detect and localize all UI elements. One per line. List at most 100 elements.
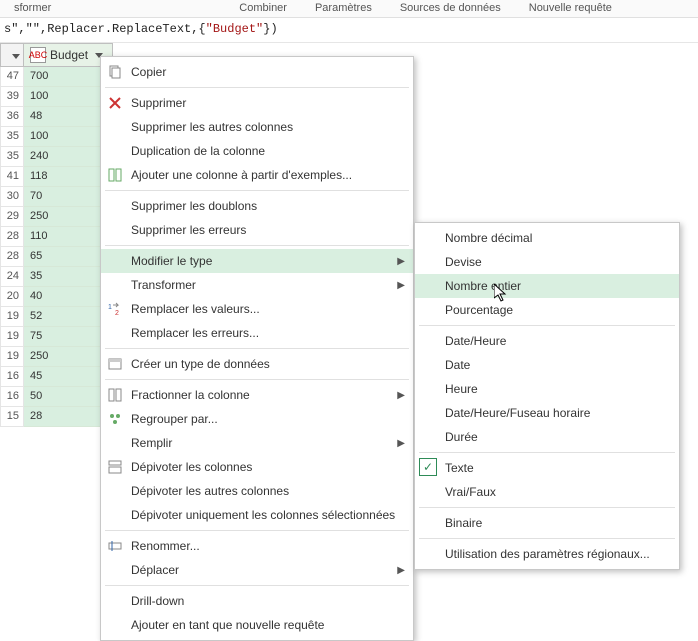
menu-add-from-examples[interactable]: Ajouter une colonne à partir d'exemples.… <box>101 163 413 187</box>
menu-remove-label: Supprimer <box>131 96 186 110</box>
menu-split-column[interactable]: Fractionner la colonne▶ <box>101 383 413 407</box>
formula-quoted: "Budget" <box>206 22 264 36</box>
menu-fill[interactable]: Remplir▶ <box>101 431 413 455</box>
cell-budget[interactable]: 52 <box>24 307 102 327</box>
ribbon-tab-datasources[interactable]: Sources de données <box>386 0 515 17</box>
check-icon: ✓ <box>419 458 437 476</box>
menu-separator <box>105 379 409 380</box>
row-number: 47 <box>0 67 24 87</box>
column-context-menu: Copier Supprimer Supprimer les autres co… <box>100 56 414 641</box>
data-type-button[interactable]: ABC <box>30 47 46 63</box>
menu-create-datatype[interactable]: Créer un type de données <box>101 352 413 376</box>
cell-budget[interactable]: 65 <box>24 247 102 267</box>
type-percent[interactable]: Pourcentage <box>415 298 679 322</box>
type-currency[interactable]: Devise <box>415 250 679 274</box>
formula-bar[interactable]: s","",Replacer.ReplaceText,{"Budget"}) <box>0 18 698 43</box>
type-binary[interactable]: Binaire <box>415 511 679 535</box>
ribbon-tab-transform[interactable]: sformer <box>0 0 65 17</box>
submenu-arrow-icon: ▶ <box>397 256 405 267</box>
split-column-icon <box>107 387 123 403</box>
type-time[interactable]: Heure <box>415 377 679 401</box>
type-decimal[interactable]: Nombre décimal <box>415 226 679 250</box>
menu-drill-down-label: Drill-down <box>131 594 184 608</box>
menu-unpivot-selected[interactable]: Dépivoter uniquement les colonnes sélect… <box>101 503 413 527</box>
row-number: 35 <box>0 147 24 167</box>
menu-transform[interactable]: Transformer▶ <box>101 273 413 297</box>
cell-budget[interactable]: 70 <box>24 187 102 207</box>
svg-text:2: 2 <box>115 310 119 317</box>
select-all-corner[interactable] <box>0 43 24 67</box>
menu-remove-dupes[interactable]: Supprimer les doublons <box>101 194 413 218</box>
type-locale[interactable]: Utilisation des paramètres régionaux... <box>415 542 679 566</box>
menu-split-column-label: Fractionner la colonne <box>131 388 250 402</box>
row-number: 41 <box>0 167 24 187</box>
cell-budget[interactable]: 40 <box>24 287 102 307</box>
type-date-label: Date <box>445 358 470 372</box>
cell-budget[interactable]: 700 <box>24 67 102 87</box>
type-datetimezone[interactable]: Date/Heure/Fuseau horaire <box>415 401 679 425</box>
menu-unpivot-others-label: Dépivoter les autres colonnes <box>131 484 289 498</box>
cell-budget[interactable]: 110 <box>24 227 102 247</box>
type-whole-number[interactable]: Nombre entier <box>415 274 679 298</box>
cell-budget[interactable]: 250 <box>24 207 102 227</box>
type-bool[interactable]: Vrai/Faux <box>415 480 679 504</box>
delete-icon <box>107 95 123 111</box>
menu-separator <box>419 538 675 539</box>
rename-icon <box>107 538 123 554</box>
menu-replace-errors[interactable]: Remplacer les erreurs... <box>101 321 413 345</box>
cell-budget[interactable]: 45 <box>24 367 102 387</box>
type-binary-label: Binaire <box>445 516 482 530</box>
menu-remove-errors[interactable]: Supprimer les erreurs <box>101 218 413 242</box>
row-number: 19 <box>0 347 24 367</box>
cell-budget[interactable]: 240 <box>24 147 102 167</box>
cell-budget[interactable]: 35 <box>24 267 102 287</box>
type-time-label: Heure <box>445 382 478 396</box>
menu-unpivot-label: Dépivoter les colonnes <box>131 460 252 474</box>
menu-change-type[interactable]: Modifier le type▶ <box>101 249 413 273</box>
menu-unpivot-others[interactable]: Dépivoter les autres colonnes <box>101 479 413 503</box>
cell-budget[interactable]: 48 <box>24 107 102 127</box>
type-whole-label: Nombre entier <box>445 279 521 293</box>
row-number: 19 <box>0 327 24 347</box>
menu-drill-down[interactable]: Drill-down <box>101 589 413 613</box>
menu-separator <box>105 348 409 349</box>
row-number: 15 <box>0 407 24 427</box>
menu-remove-others-label: Supprimer les autres colonnes <box>131 120 293 134</box>
ribbon-tab-combine[interactable]: Combiner <box>225 0 301 17</box>
menu-unpivot[interactable]: Dépivoter les colonnes <box>101 455 413 479</box>
cell-budget[interactable]: 118 <box>24 167 102 187</box>
cell-budget[interactable]: 100 <box>24 127 102 147</box>
cell-budget[interactable]: 28 <box>24 407 102 427</box>
menu-separator <box>105 585 409 586</box>
menu-remove[interactable]: Supprimer <box>101 91 413 115</box>
type-duration[interactable]: Durée <box>415 425 679 449</box>
cell-budget[interactable]: 250 <box>24 347 102 367</box>
replace-values-icon: 12 <box>107 301 123 317</box>
type-locale-label: Utilisation des paramètres régionaux... <box>445 547 650 561</box>
cell-budget[interactable]: 50 <box>24 387 102 407</box>
menu-copy[interactable]: Copier <box>101 60 413 84</box>
ribbon-tab-parameters[interactable]: Paramètres <box>301 0 386 17</box>
cell-budget[interactable]: 100 <box>24 87 102 107</box>
type-datetime[interactable]: Date/Heure <box>415 329 679 353</box>
type-text-label: Texte <box>445 461 474 475</box>
menu-remove-errors-label: Supprimer les erreurs <box>131 223 246 237</box>
cell-budget[interactable]: 75 <box>24 327 102 347</box>
type-date[interactable]: Date <box>415 353 679 377</box>
add-column-icon <box>107 167 123 183</box>
menu-duplicate[interactable]: Duplication de la colonne <box>101 139 413 163</box>
menu-separator <box>105 190 409 191</box>
menu-replace-values[interactable]: 12 Remplacer les valeurs... <box>101 297 413 321</box>
ribbon-tab-newquery[interactable]: Nouvelle requête <box>515 0 626 17</box>
menu-rename[interactable]: Renommer... <box>101 534 413 558</box>
type-text[interactable]: ✓ Texte <box>415 456 679 480</box>
menu-replace-values-label: Remplacer les valeurs... <box>131 302 260 316</box>
menu-create-datatype-label: Créer un type de données <box>131 357 270 371</box>
menu-move-label: Déplacer <box>131 563 179 577</box>
menu-transform-label: Transformer <box>131 278 196 292</box>
menu-remove-others[interactable]: Supprimer les autres colonnes <box>101 115 413 139</box>
menu-separator <box>419 452 675 453</box>
menu-add-as-query[interactable]: Ajouter en tant que nouvelle requête <box>101 613 413 637</box>
menu-move[interactable]: Déplacer▶ <box>101 558 413 582</box>
menu-group-by[interactable]: Regrouper par... <box>101 407 413 431</box>
